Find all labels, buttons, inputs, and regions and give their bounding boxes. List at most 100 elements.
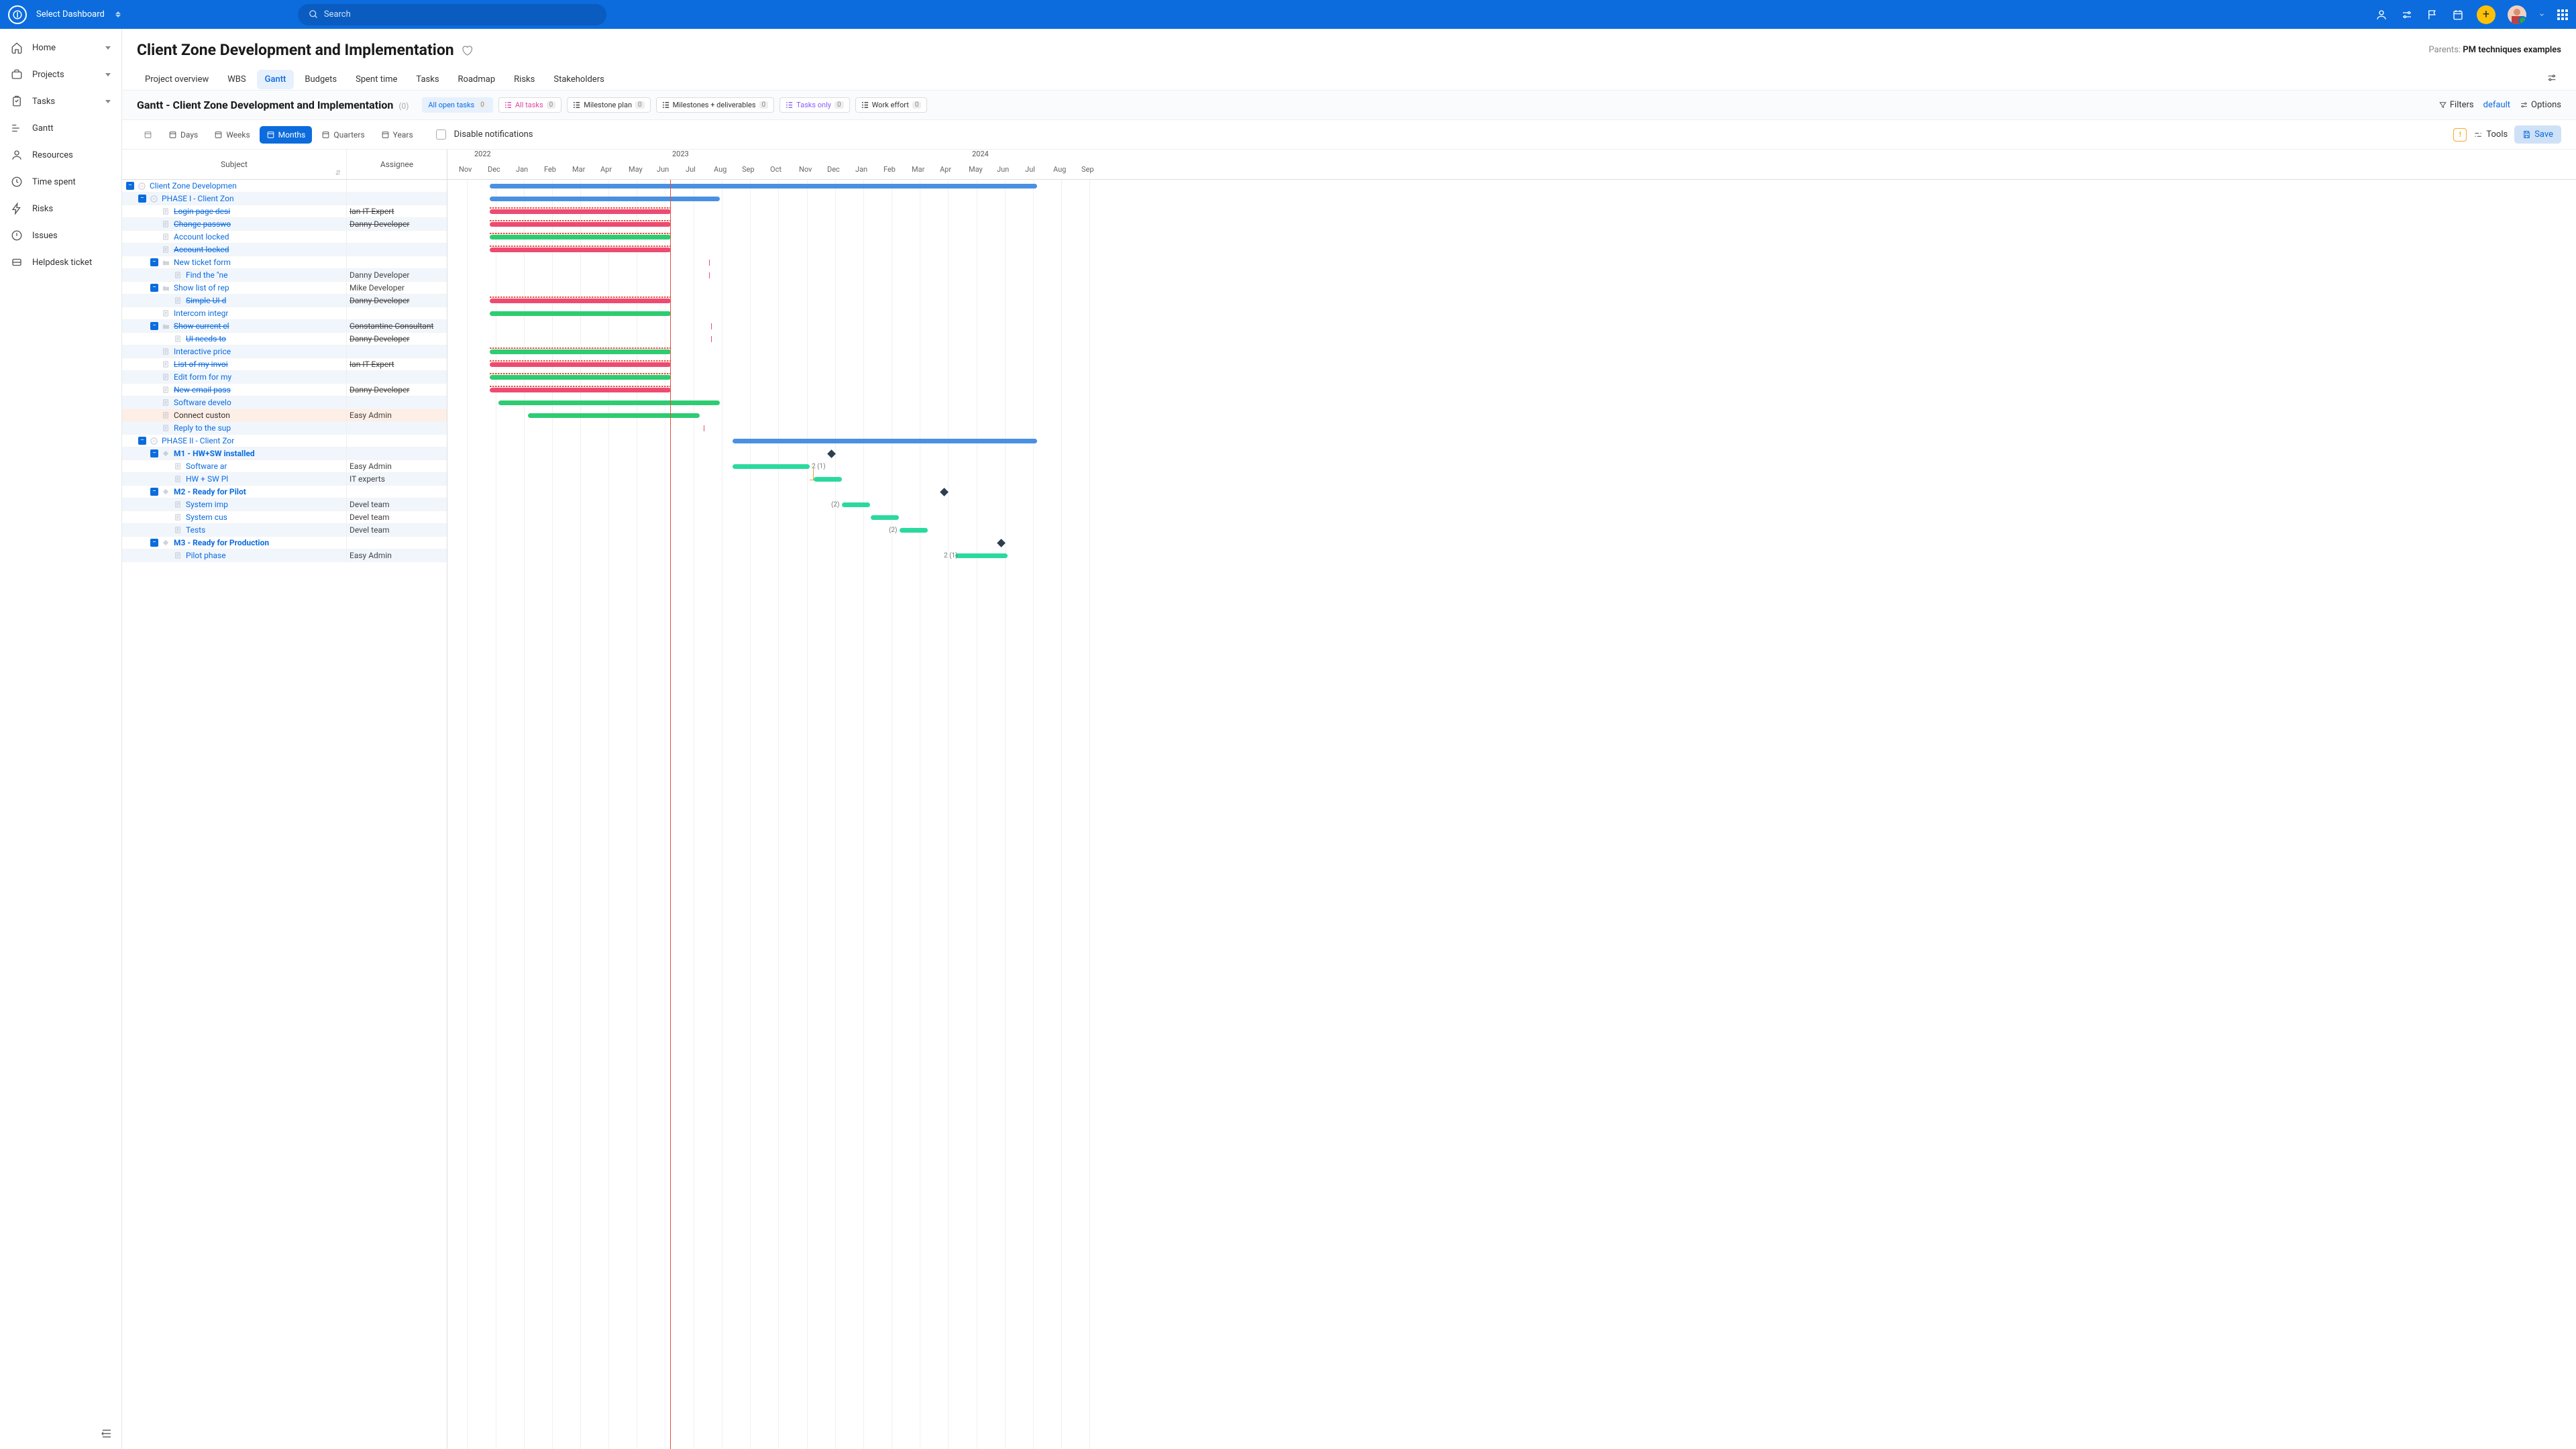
- row-subject[interactable]: Change passwo: [174, 219, 231, 229]
- table-row[interactable]: Change passwoDanny Developer: [122, 218, 447, 231]
- sidebar-item-resources[interactable]: Resources: [0, 142, 121, 168]
- chevron-down-icon[interactable]: [2538, 8, 2545, 21]
- milestone-diamond[interactable]: [827, 449, 836, 458]
- options-button[interactable]: Options: [2520, 100, 2561, 110]
- filters-button[interactable]: Filters: [2438, 100, 2474, 110]
- chip-work-effort[interactable]: Work effort0: [855, 97, 928, 113]
- table-row[interactable]: Software arEasy Admin: [122, 460, 447, 473]
- row-subject[interactable]: HW + SW Pl: [186, 474, 228, 484]
- row-subject[interactable]: Pilot phase: [186, 551, 226, 560]
- user-icon[interactable]: [2375, 8, 2388, 21]
- table-row[interactable]: −Show list of repMike Developer: [122, 282, 447, 294]
- row-subject[interactable]: Account locked: [174, 232, 229, 241]
- calendar-nav-icon[interactable]: [137, 126, 159, 143]
- sidebar-item-time-spent[interactable]: Time spent: [0, 168, 121, 195]
- view-days[interactable]: Days: [162, 126, 205, 144]
- table-row[interactable]: −M2 - Ready for Pilot: [122, 486, 447, 498]
- toggle-icon[interactable]: −: [150, 284, 158, 292]
- disable-notifications-checkbox[interactable]: [436, 129, 446, 140]
- row-subject[interactable]: Tests: [186, 525, 205, 535]
- dashboard-selector[interactable]: Select Dashboard: [36, 9, 123, 19]
- view-months[interactable]: Months: [260, 126, 313, 144]
- row-subject[interactable]: New ticket form: [174, 258, 231, 267]
- table-row[interactable]: −New ticket form: [122, 256, 447, 269]
- row-subject[interactable]: PHASE II - Client Zor: [162, 436, 234, 445]
- tab-risks[interactable]: Risks: [506, 70, 543, 89]
- sliders-icon[interactable]: [2400, 8, 2414, 21]
- sidebar-item-projects[interactable]: Projects: [0, 61, 121, 88]
- apps-icon[interactable]: [2557, 9, 2568, 20]
- table-row[interactable]: Pilot phaseEasy Admin: [122, 549, 447, 562]
- toggle-icon[interactable]: −: [126, 182, 134, 190]
- gantt-bar[interactable]: [955, 553, 1008, 558]
- row-subject[interactable]: Login page desi: [174, 207, 230, 216]
- table-row[interactable]: System cusDevel team: [122, 511, 447, 524]
- tab-gantt[interactable]: Gantt: [257, 70, 294, 89]
- row-subject[interactable]: System imp: [186, 500, 228, 509]
- row-subject[interactable]: Account locked: [174, 245, 229, 254]
- row-subject[interactable]: Simple UI d: [186, 296, 226, 305]
- gantt-bar[interactable]: [733, 439, 1037, 443]
- gantt-bar[interactable]: [528, 413, 700, 418]
- view-years[interactable]: Years: [374, 126, 420, 144]
- chip-all-open-tasks[interactable]: All open tasks0: [422, 97, 492, 113]
- table-row[interactable]: Interactive price: [122, 345, 447, 358]
- milestone-diamond[interactable]: [940, 488, 949, 496]
- gantt-bar[interactable]: [490, 362, 671, 367]
- toggle-icon[interactable]: −: [150, 322, 158, 330]
- row-subject[interactable]: Software ar: [186, 462, 227, 471]
- tools-button[interactable]: Tools: [2473, 129, 2508, 140]
- table-row[interactable]: HW + SW PlIT experts: [122, 473, 447, 486]
- default-link[interactable]: default: [2483, 100, 2510, 110]
- row-subject[interactable]: List of my invoi: [174, 360, 228, 369]
- toggle-icon[interactable]: −: [150, 539, 158, 547]
- table-row[interactable]: − Client Zone Developmen: [122, 180, 447, 193]
- view-quarters[interactable]: Quarters: [315, 126, 371, 144]
- toggle-icon[interactable]: −: [138, 195, 146, 203]
- row-subject[interactable]: Connect custon: [174, 411, 230, 420]
- chip-milestone-plan[interactable]: Milestone plan0: [567, 97, 650, 113]
- toggle-icon[interactable]: −: [150, 449, 158, 458]
- table-row[interactable]: Find the "neDanny Developer: [122, 269, 447, 282]
- warning-icon[interactable]: !: [2453, 128, 2467, 142]
- table-row[interactable]: − M3 - Ready for Production: [122, 537, 447, 549]
- row-subject[interactable]: System cus: [186, 513, 227, 522]
- table-row[interactable]: TestsDevel team: [122, 524, 447, 537]
- row-subject[interactable]: Client Zone Developmen: [150, 181, 237, 191]
- row-subject[interactable]: Reply to the sup: [174, 423, 231, 433]
- sidebar-item-gantt[interactable]: Gantt: [0, 115, 121, 142]
- col-assignee[interactable]: Assignee: [347, 150, 447, 179]
- gantt-bar[interactable]: [490, 184, 1037, 189]
- tab-wbs[interactable]: WBS: [219, 70, 254, 89]
- table-row[interactable]: Software develo: [122, 396, 447, 409]
- tab-tasks[interactable]: Tasks: [408, 70, 447, 89]
- chip-milestones-deliverables[interactable]: Milestones + deliverables0: [656, 97, 774, 113]
- toggle-icon[interactable]: −: [150, 488, 158, 496]
- table-row[interactable]: System impDevel team: [122, 498, 447, 511]
- chip-all-tasks[interactable]: All tasks0: [498, 97, 561, 113]
- gantt-chart[interactable]: 202220232024 NovDecJanFebMarAprMayJunJul…: [447, 150, 2576, 1449]
- table-row[interactable]: Login page desiIan IT Expert: [122, 205, 447, 218]
- sidebar-item-home[interactable]: Home: [0, 34, 121, 61]
- gantt-bar[interactable]: [498, 400, 720, 405]
- gantt-bar[interactable]: [814, 477, 842, 482]
- gantt-bar[interactable]: [490, 350, 671, 354]
- gantt-bar[interactable]: [900, 528, 928, 533]
- gantt-bar[interactable]: [490, 197, 720, 201]
- table-row[interactable]: −M1 - HW+SW installed: [122, 447, 447, 460]
- sidebar-item-tasks[interactable]: Tasks: [0, 88, 121, 115]
- chip-tasks-only[interactable]: Tasks only0: [780, 97, 849, 113]
- gantt-bar[interactable]: [733, 464, 810, 469]
- table-row[interactable]: Reply to the sup: [122, 422, 447, 435]
- row-subject[interactable]: M3 - Ready for Production: [174, 538, 269, 547]
- gantt-bar[interactable]: [490, 209, 671, 214]
- table-row[interactable]: List of my invoiIan IT Expert: [122, 358, 447, 371]
- flag-icon[interactable]: [2426, 8, 2439, 21]
- gantt-bar[interactable]: [842, 502, 870, 507]
- col-subject[interactable]: Subject⇵: [122, 150, 347, 179]
- tab-stakeholders[interactable]: Stakeholders: [545, 70, 612, 89]
- table-row[interactable]: UI needs toDanny Developer: [122, 333, 447, 345]
- gantt-bar[interactable]: [490, 235, 671, 239]
- table-row[interactable]: Account locked: [122, 244, 447, 256]
- tab-spent-time[interactable]: Spent time: [347, 70, 405, 89]
